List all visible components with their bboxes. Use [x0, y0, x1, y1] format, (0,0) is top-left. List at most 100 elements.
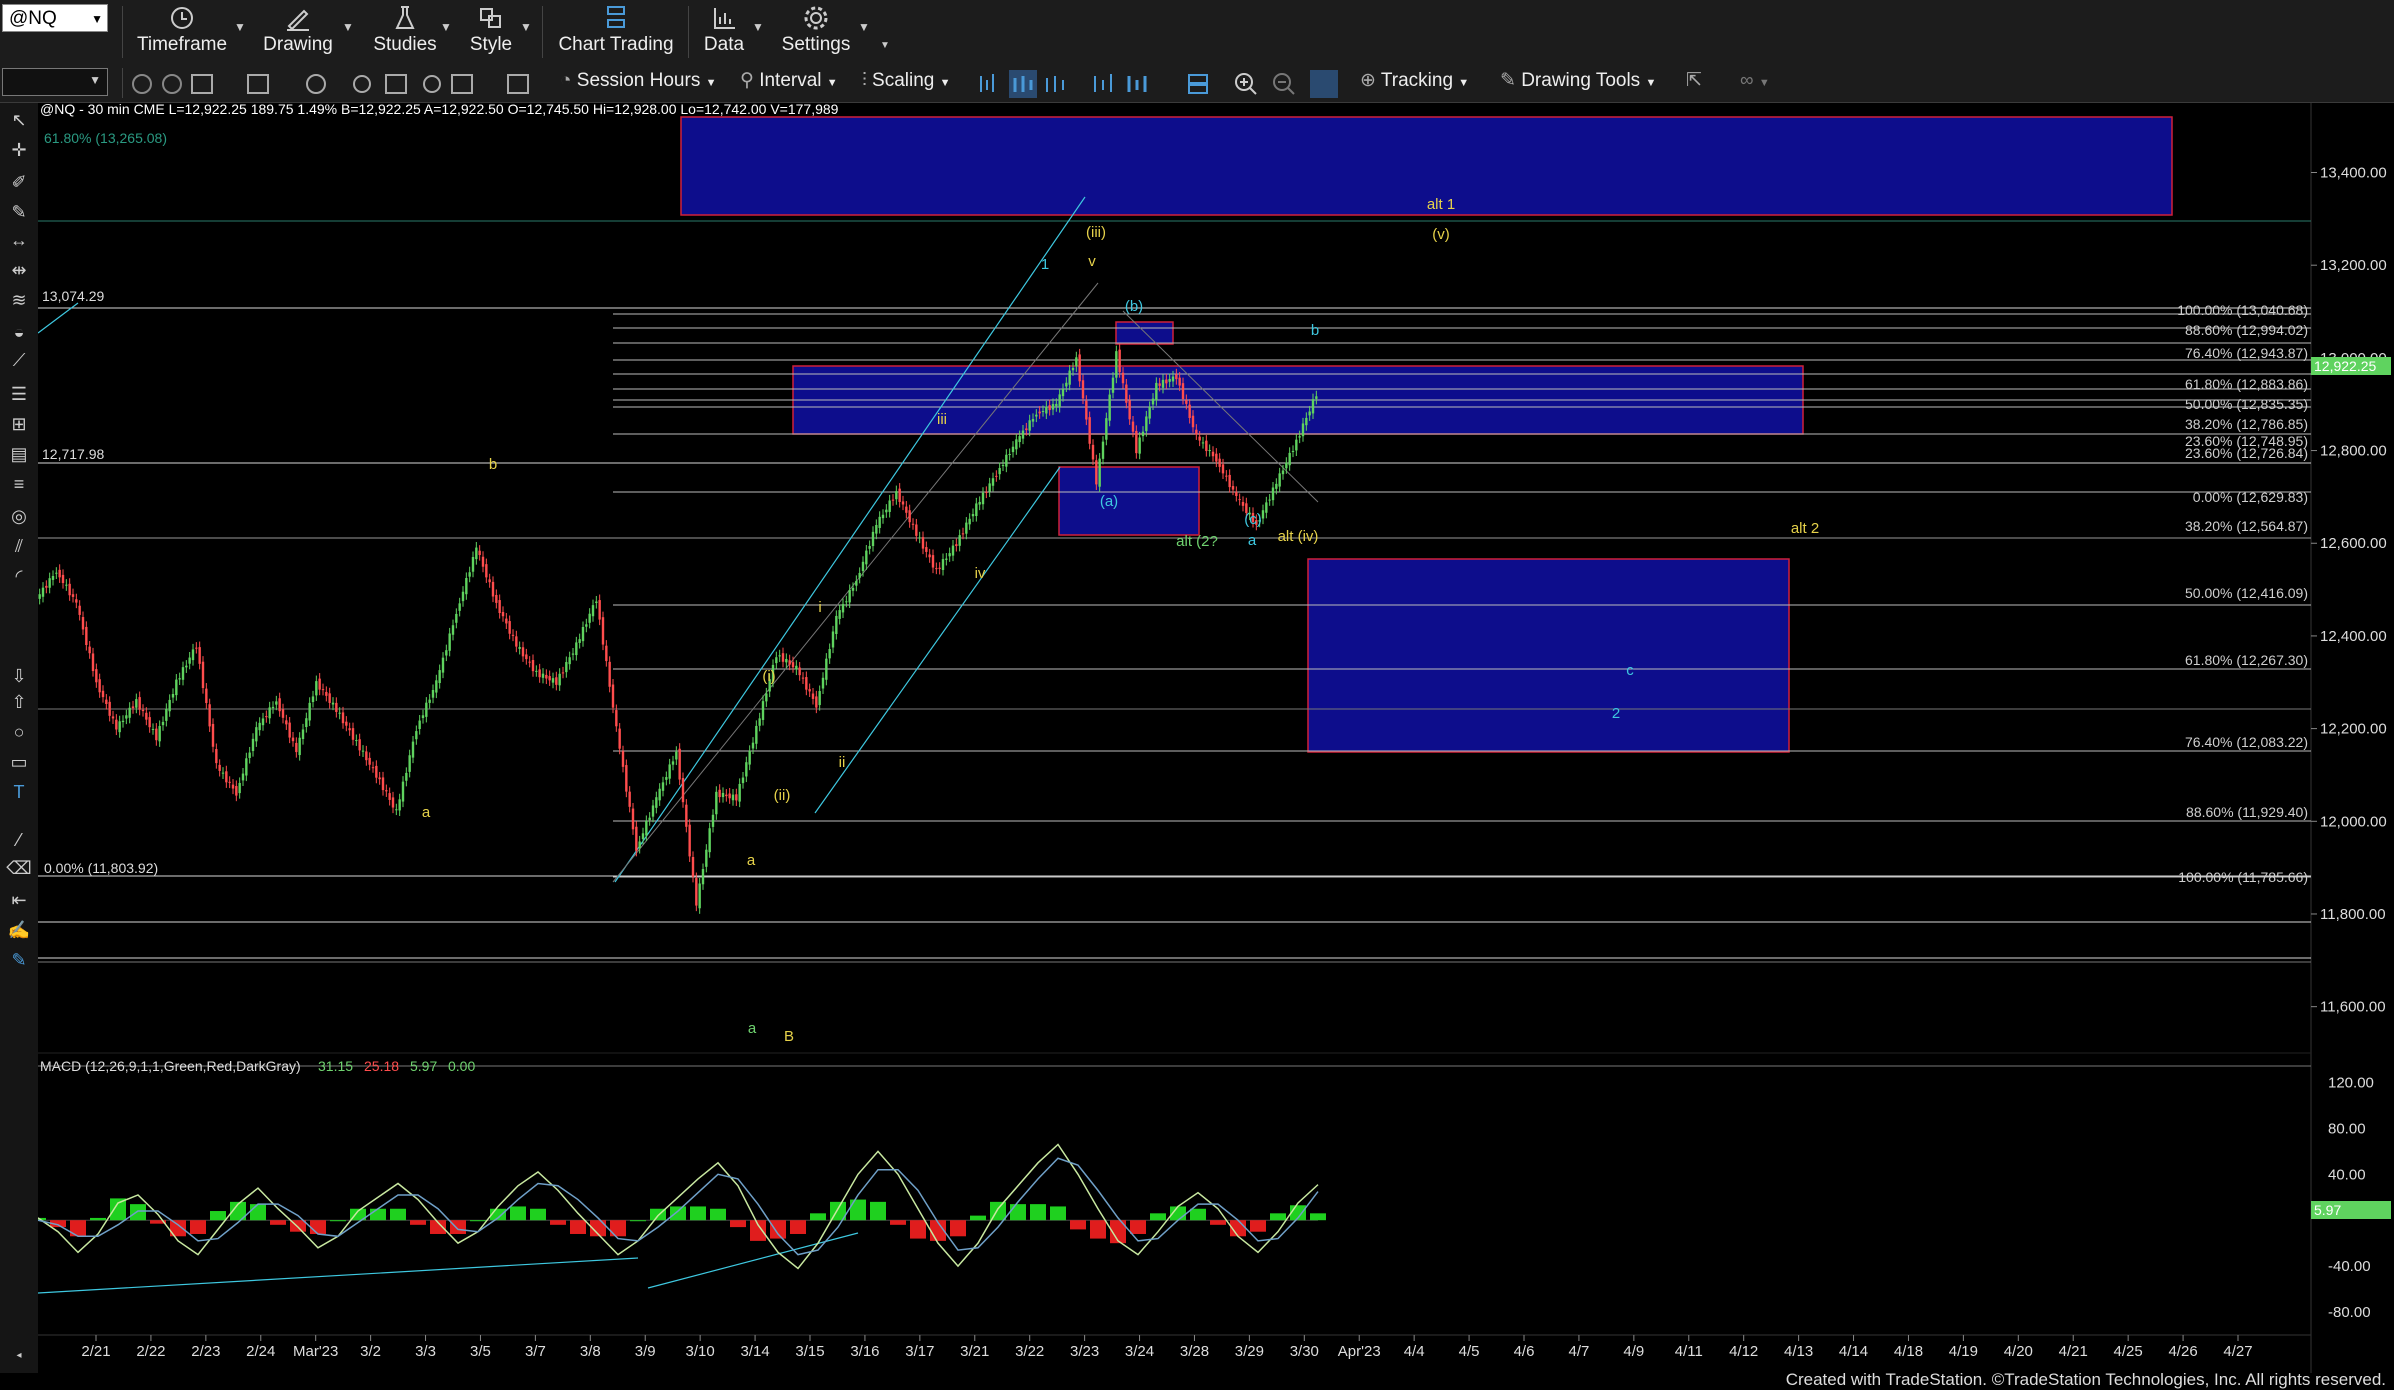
macd-bar: [690, 1206, 706, 1221]
session-hours-button[interactable]: ◔ Session Hours ▼: [560, 68, 717, 94]
fib-icon[interactable]: ≋: [6, 287, 32, 313]
trend-line-icon[interactable]: ⟋: [6, 347, 32, 373]
timeframe-caret-icon[interactable]: ▼: [234, 20, 246, 34]
candle-body: [271, 706, 275, 709]
candle-body: [421, 715, 425, 719]
drawing-tools-button[interactable]: ✎ Drawing Tools ▼: [1500, 68, 1656, 94]
candle-body: [1195, 429, 1198, 435]
candle-body: [808, 689, 811, 692]
symbol-input[interactable]: @NQ ▼: [2, 4, 108, 32]
text-icon[interactable]: T: [6, 779, 32, 805]
brush-icon[interactable]: ✐: [6, 169, 32, 195]
export-icon[interactable]: ⇱: [1686, 68, 1702, 94]
macd-bar: [1190, 1208, 1206, 1221]
candle-body: [611, 684, 615, 708]
candle-body: [618, 728, 621, 749]
crosshair-icon[interactable]: ✛: [6, 137, 32, 163]
candle-body: [311, 696, 315, 702]
candle-body: [1285, 462, 1288, 469]
chevron-down-icon[interactable]: ▼: [827, 77, 838, 89]
pencil-icon[interactable]: ✎: [6, 199, 32, 225]
fib-left-label: 0.00% (11,803.92): [44, 860, 158, 876]
link-icon[interactable]: ∞ ▼: [1740, 68, 1770, 94]
settings-caret-icon[interactable]: ▼: [858, 20, 870, 34]
rectangle-icon[interactable]: ▭: [6, 749, 32, 775]
candle-body: [1205, 440, 1208, 452]
candle-body: [335, 702, 338, 712]
vertical-line-icon[interactable]: ⇹: [6, 257, 32, 283]
channel-icon[interactable]: ☰: [6, 381, 32, 407]
candle-body: [631, 808, 635, 830]
chevron-down-icon[interactable]: ▼: [89, 73, 101, 87]
chevron-down-icon[interactable]: ▼: [1645, 77, 1656, 89]
horizontal-arrows-icon[interactable]: ↔: [6, 227, 32, 253]
highlighter-icon[interactable]: ✍: [6, 917, 32, 943]
macd-bar: [950, 1220, 966, 1237]
ellipse-icon[interactable]: ○: [6, 719, 32, 745]
eraser-icon[interactable]: ⌫: [6, 855, 32, 881]
skip-icon[interactable]: ⇤: [6, 887, 32, 913]
price-chart[interactable]: 13,400.0013,200.0013,000.0012,800.0012,6…: [30, 101, 2394, 1373]
candle-body: [1225, 475, 1228, 477]
candle-body: [378, 777, 381, 780]
spiral-icon[interactable]: ◎: [6, 503, 32, 529]
candle-body: [568, 657, 571, 665]
tracking-button[interactable]: ⊕ Tracking ▼: [1360, 68, 1469, 94]
scaling-button[interactable]: ⫶ Scaling ▼: [862, 68, 951, 94]
quick-tool-icons[interactable]: [130, 70, 550, 98]
arc-icon[interactable]: ◜: [6, 563, 32, 589]
date-tick-label: 2/21: [81, 1343, 110, 1360]
pointer-icon[interactable]: ↖: [6, 107, 32, 133]
timeframe-button[interactable]: Timeframe: [136, 0, 228, 62]
candle-body: [361, 750, 365, 752]
candle-body: [291, 737, 295, 742]
style-icon: [462, 4, 520, 32]
chevron-down-icon[interactable]: ▼: [940, 77, 951, 89]
drawing-caret-icon[interactable]: ▼: [342, 20, 354, 34]
candle-body: [835, 615, 838, 635]
zoom-icons[interactable]: [1230, 70, 1320, 98]
gann-icon[interactable]: ⊞: [6, 411, 32, 437]
candle-body: [251, 738, 255, 752]
toolbar-separator: [122, 68, 123, 98]
cycle-icon[interactable]: ◒: [6, 319, 32, 345]
candle-body: [988, 483, 991, 492]
arrow-down-icon[interactable]: ⇩: [6, 663, 32, 689]
grid-toggle-icon[interactable]: [1310, 70, 1338, 98]
candle-body: [371, 767, 375, 769]
studies-caret-icon[interactable]: ▼: [440, 20, 452, 34]
chevron-down-icon[interactable]: ▼: [91, 5, 103, 33]
arrow-up-icon[interactable]: ⇧: [6, 689, 32, 715]
date-tick-label: 3/30: [1290, 1343, 1319, 1360]
drawing-button[interactable]: Drawing: [258, 0, 338, 62]
candle-body: [715, 791, 718, 815]
date-tick-label: 4/27: [2223, 1343, 2252, 1360]
settings-button[interactable]: Settings: [776, 0, 856, 62]
style-caret-icon[interactable]: ▼: [520, 20, 532, 34]
style-button[interactable]: Style: [462, 0, 520, 62]
candle-body: [1305, 417, 1308, 426]
expand-icon[interactable]: ◂: [6, 1343, 32, 1369]
chevron-down-icon[interactable]: ▼: [706, 77, 717, 89]
candle-body: [858, 572, 861, 578]
data-caret-icon[interactable]: ▼: [752, 20, 764, 34]
line-icon[interactable]: ⁄: [6, 827, 32, 853]
grid-icon[interactable]: ▤: [6, 441, 32, 467]
date-tick-label: 4/26: [2168, 1343, 2197, 1360]
candle-body: [1238, 499, 1241, 501]
speed-icon[interactable]: ⫽: [6, 533, 32, 559]
data-button[interactable]: Data: [700, 0, 748, 62]
chart-trading-button[interactable]: Chart Trading: [556, 0, 676, 62]
wave-label: v: [1088, 253, 1096, 270]
chart-area[interactable]: 13,400.0013,200.0013,000.0012,800.0012,6…: [30, 101, 2394, 1373]
annotation-icon[interactable]: ✎: [6, 947, 32, 973]
interval-select[interactable]: ▼: [2, 68, 108, 96]
interval-button[interactable]: ⚲ Interval ▼: [740, 68, 838, 94]
bar-type-icons[interactable]: [975, 70, 1215, 98]
macd-bar: [870, 1201, 886, 1221]
chevron-down-icon[interactable]: ▼: [1458, 77, 1469, 89]
more-caret-icon[interactable]: ▼: [880, 40, 890, 51]
studies-button[interactable]: Studies: [364, 0, 446, 62]
levels-icon[interactable]: ≡: [6, 471, 32, 497]
candle-body: [261, 718, 265, 726]
